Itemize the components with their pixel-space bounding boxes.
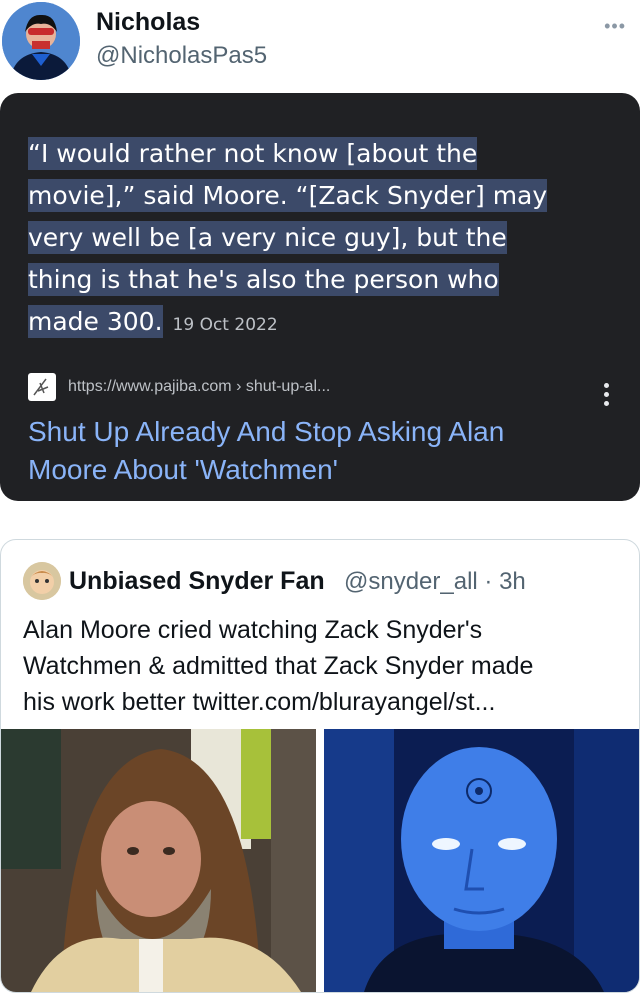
alan-moore-photo[interactable] bbox=[1, 729, 316, 992]
title-line[interactable]: Moore About 'Watchmen' bbox=[28, 454, 338, 485]
tweet-text-line[interactable]: his work better twitter.com/blurayangel/… bbox=[23, 688, 495, 716]
snippet-line: very well be [a very nice guy], but the bbox=[28, 221, 507, 254]
site-favicon-icon bbox=[28, 373, 56, 401]
search-result-screenshot: “I would rather not know [about the movi… bbox=[0, 93, 640, 501]
tweet-text-line: Alan Moore cried watching Zack Snyder's bbox=[23, 616, 483, 644]
tweet-header: Nicholas @NicholasPas5 ••• bbox=[0, 0, 640, 90]
result-title-link[interactable]: Shut Up Already And Stop Asking Alan Moo… bbox=[28, 413, 588, 489]
quoted-tweet[interactable]: Unbiased Snyder Fan @snyder_all · 3h Ala… bbox=[0, 539, 640, 993]
quoted-author-name[interactable]: Unbiased Snyder Fan bbox=[69, 567, 325, 596]
author-avatar[interactable] bbox=[2, 2, 80, 80]
tweet-text-line: Watchmen & admitted that Zack Snyder mad… bbox=[23, 652, 534, 680]
title-line[interactable]: Shut Up Already And Stop Asking Alan bbox=[28, 416, 504, 447]
kebab-menu-icon[interactable] bbox=[604, 383, 610, 410]
quoted-handle-time[interactable]: @snyder_all · 3h bbox=[344, 568, 526, 596]
dr-manhattan-image[interactable] bbox=[324, 729, 639, 992]
snippet-line: thing is that he's also the person who bbox=[28, 263, 499, 296]
result-url[interactable]: https://www.pajiba.com › shut-up-al... bbox=[68, 378, 330, 396]
author-name[interactable]: Nicholas bbox=[96, 8, 200, 37]
snippet-line: “I would rather not know [about the bbox=[28, 137, 478, 170]
quoted-author-avatar[interactable] bbox=[23, 562, 61, 600]
snippet-line: made 300. bbox=[28, 305, 163, 338]
author-handle[interactable]: @NicholasPas5 bbox=[96, 42, 267, 70]
snippet-date: 19 Oct 2022 bbox=[172, 315, 278, 335]
snippet-line: movie],” said Moore. “[Zack Snyder] may bbox=[28, 179, 548, 212]
quoted-tweet-text: Alan Moore cried watching Zack Snyder's … bbox=[23, 612, 623, 720]
search-snippet: “I would rather not know [about the movi… bbox=[28, 133, 618, 346]
more-options-icon[interactable]: ••• bbox=[604, 16, 626, 37]
